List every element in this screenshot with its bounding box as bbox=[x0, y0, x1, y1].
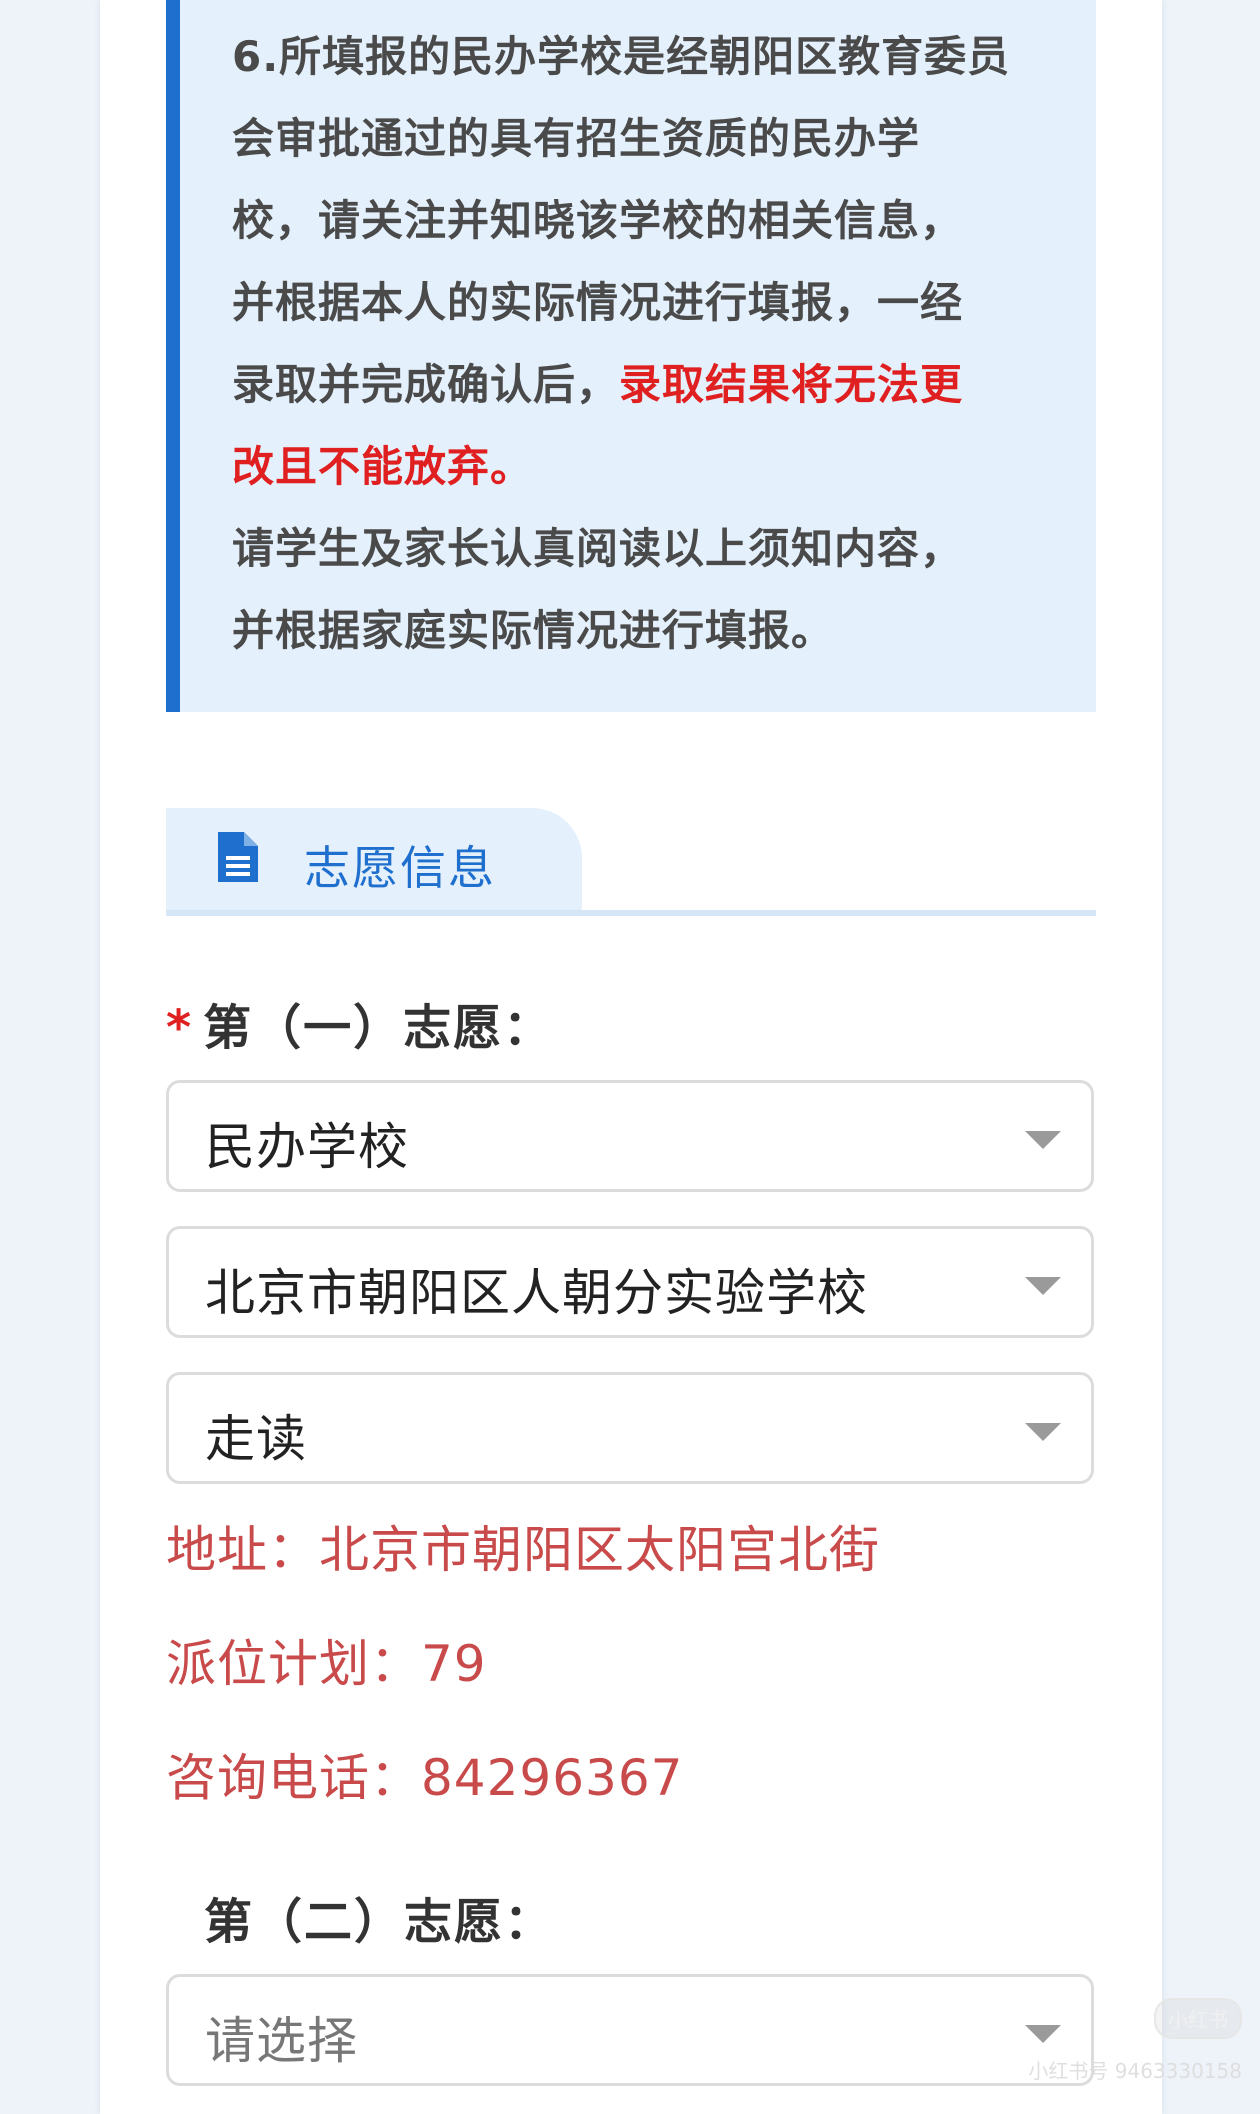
notice-line-7: 请学生及家长认真阅读以上须知内容， bbox=[232, 524, 964, 573]
chevron-down-icon bbox=[1025, 1277, 1061, 1295]
notice-line-3: 校，请关注并知晓该学校的相关信息， bbox=[232, 196, 964, 245]
section-title: 志愿信息 bbox=[304, 841, 496, 895]
notice-box: 6.所填报的民办学校是经朝阳区教育委员 会审批通过的具有招生资质的民办学 校，请… bbox=[166, 0, 1096, 712]
school-name-select[interactable]: 北京市朝阳区人朝分实验学校 bbox=[166, 1226, 1094, 1338]
section-header: 志愿信息 bbox=[166, 808, 1096, 918]
section-divider bbox=[166, 910, 1096, 916]
school-type-value: 民办学校 bbox=[205, 1118, 409, 1176]
notice-warning-part-1: 录取结果将无法更 bbox=[619, 360, 964, 409]
watermark-id: 小红书号 9463330158 bbox=[1028, 2059, 1242, 2083]
notice-warning-part-2: 改且不能放弃。 bbox=[232, 442, 534, 491]
form-page: 6.所填报的民办学校是经朝阳区教育委员 会审批通过的具有招生资质的民办学 校，请… bbox=[100, 0, 1162, 2114]
choice-2-placeholder: 请选择 bbox=[205, 2012, 358, 2070]
required-mark: * bbox=[166, 1000, 194, 1056]
choice-2-label: 第（二）志愿： bbox=[204, 1894, 555, 1950]
notice-line-2: 会审批通过的具有招生资质的民办学 bbox=[232, 114, 921, 163]
choice-2-select[interactable]: 请选择 bbox=[166, 1974, 1094, 2086]
school-type-select[interactable]: 民办学校 bbox=[166, 1080, 1094, 1192]
watermark: 小红书 小红书号 9463330158 bbox=[1028, 1998, 1242, 2084]
notice-line-5-text: 录取并完成确认后， bbox=[232, 360, 620, 409]
notice-line-1: 6.所填报的民办学校是经朝阳区教育委员 bbox=[232, 32, 1011, 81]
boarding-value: 走读 bbox=[205, 1410, 307, 1468]
notice-line-5: 录取并完成确认后，录取结果将无法更 bbox=[232, 344, 1056, 426]
choice-1-label: * 第（一）志愿： bbox=[166, 988, 553, 1058]
chevron-down-icon bbox=[1025, 1131, 1061, 1149]
school-name-value: 北京市朝阳区人朝分实验学校 bbox=[205, 1264, 868, 1322]
section-tab: 志愿信息 bbox=[166, 808, 582, 910]
watermark-logo: 小红书 bbox=[1154, 1998, 1242, 2039]
chevron-down-icon bbox=[1025, 1423, 1061, 1441]
notice-line-4: 并根据本人的实际情况进行填报，一经 bbox=[232, 278, 964, 327]
boarding-select[interactable]: 走读 bbox=[166, 1372, 1094, 1484]
school-plan: 派位计划：79 bbox=[166, 1635, 487, 1693]
choice-1-label-text: 第（一）志愿： bbox=[203, 1000, 554, 1056]
document-icon bbox=[218, 832, 258, 882]
school-address: 地址：北京市朝阳区太阳宫北街 bbox=[166, 1521, 880, 1579]
notice-line-8: 并根据家庭实际情况进行填报。 bbox=[232, 606, 835, 655]
school-phone: 咨询电话：84296367 bbox=[166, 1749, 684, 1807]
